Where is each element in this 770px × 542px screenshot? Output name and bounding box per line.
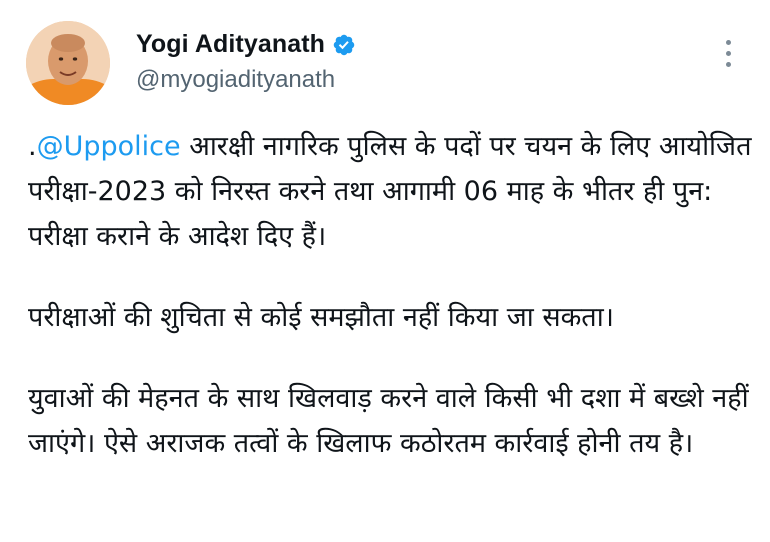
avatar-image [26,21,110,105]
tweet-paragraph-1: .@Uppolice आरक्षी नागरिक पुलिस के पदों प… [28,124,756,259]
mention-link[interactable]: @Uppolice [37,131,181,162]
lead-dot: . [28,131,37,162]
author-display-name[interactable]: Yogi Adityanath [136,30,325,59]
tweet-paragraph-3: युवाओं की मेहनत के साथ खिलवाड़ करने वाले… [28,383,749,459]
tweet-text: .@Uppolice आरक्षी नागरिक पुलिस के पदों प… [28,124,756,466]
avatar[interactable] [26,21,110,105]
tweet-paragraph-2: परीक्षाओं की शुचिता से कोई समझौता नहीं क… [28,302,614,333]
more-vertical-icon[interactable] [716,40,740,72]
verified-badge-icon [333,34,355,55]
tweet-card: Yogi Adityanath @myogiadityanath .@Uppol… [0,0,770,542]
author-handle[interactable]: @myogiadityanath [136,66,335,94]
author-name-row: Yogi Adityanath [136,30,356,59]
